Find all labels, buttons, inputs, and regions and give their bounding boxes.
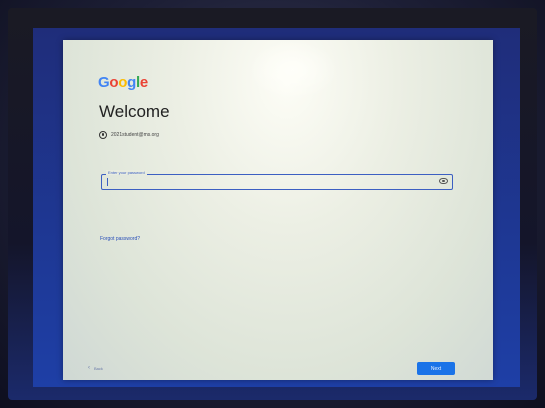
password-label: Enter your password: [106, 170, 147, 175]
screen: Google Welcome 2021student@ms.org Enter …: [33, 28, 520, 387]
logo-letter: G: [98, 74, 110, 91]
logo-letter: o: [118, 74, 128, 91]
forgot-password-link[interactable]: Forgot password?: [100, 236, 140, 242]
logo-letter: g: [127, 74, 136, 91]
account-circle-icon: [99, 131, 107, 139]
back-button[interactable]: ‹ Back: [88, 365, 103, 371]
monitor-bezel: Google Welcome 2021student@ms.org Enter …: [8, 8, 537, 400]
sign-in-card: Google Welcome 2021student@ms.org Enter …: [63, 40, 493, 380]
account-email: 2021student@ms.org: [111, 132, 159, 138]
chevron-left-icon: ‹: [88, 365, 90, 371]
google-logo: Google: [98, 74, 148, 91]
logo-letter: o: [109, 74, 119, 91]
next-button[interactable]: Next: [417, 362, 455, 375]
back-label: Back: [94, 365, 103, 371]
account-chip[interactable]: 2021student@ms.org: [99, 129, 159, 141]
eye-icon[interactable]: [439, 178, 448, 184]
password-field[interactable]: Enter your password: [101, 170, 453, 190]
page-title: Welcome: [99, 102, 170, 121]
screen-glare: [248, 40, 338, 100]
password-input[interactable]: [106, 177, 430, 188]
logo-letter: e: [139, 74, 148, 91]
text-caret: [107, 178, 108, 186]
